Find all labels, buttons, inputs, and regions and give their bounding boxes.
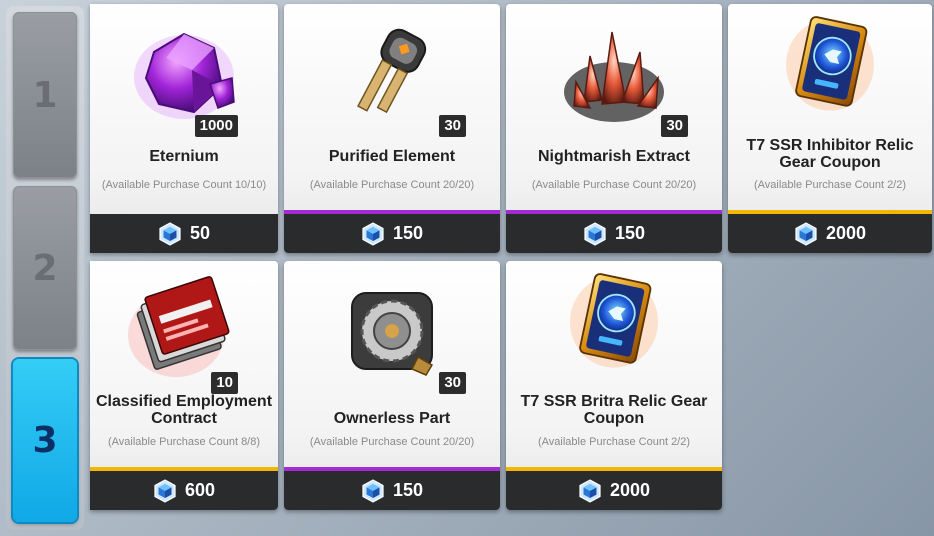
gem-icon — [794, 222, 818, 246]
shop-item-card[interactable]: 30 Ownerless Part (Available Purchase Co… — [284, 261, 500, 510]
gem-icon — [158, 222, 182, 246]
shop-item-card[interactable]: 30 Nightmarish Extract (Available Purcha… — [506, 4, 722, 253]
shop-item-card[interactable]: T7 SSR Britra Relic Gear Coupon (Availab… — [506, 261, 722, 510]
quantity-badge: 1000 — [194, 115, 238, 137]
tab-1[interactable]: 1 — [13, 12, 77, 178]
purchase-count: (Available Purchase Count 2/2) — [537, 436, 691, 448]
item-name: Purified Element — [328, 147, 456, 165]
price-value: 50 — [189, 223, 211, 243]
purchase-count: (Available Purchase Count 10/10) — [101, 179, 267, 191]
gold-coupon-card-icon — [544, 265, 684, 375]
shop-item-card[interactable]: 1000 Eternium (Available Purchase Count … — [90, 4, 278, 253]
gem-icon — [578, 479, 602, 503]
item-name: T7 SSR Inhibitor Relic Gear Coupon — [746, 137, 914, 171]
item-name: Eternium — [149, 147, 219, 165]
purple-crystal-icon — [134, 32, 235, 119]
category-tab-bar: 1 2 3 — [6, 6, 84, 530]
purchase-count: (Available Purchase Count 20/20) — [309, 436, 475, 448]
tab-3[interactable]: 3 — [13, 359, 77, 522]
tab-2[interactable]: 2 — [13, 186, 77, 350]
price-button[interactable]: 150 — [506, 214, 722, 253]
mechanical-gear-part-icon — [351, 292, 434, 376]
gem-icon — [583, 222, 607, 246]
gem-icon — [153, 479, 177, 503]
gem-icon — [361, 222, 385, 246]
price-button[interactable]: 150 — [284, 471, 500, 510]
purchase-count: (Available Purchase Count 20/20) — [531, 179, 697, 191]
item-name: T7 SSR Britra Relic Gear Coupon — [520, 393, 708, 427]
purchase-count: (Available Purchase Count 20/20) — [309, 179, 475, 191]
price-button[interactable]: 2000 — [506, 471, 722, 510]
price-value: 150 — [392, 480, 424, 500]
price-value: 150 — [392, 223, 424, 243]
quantity-badge: 30 — [661, 115, 688, 137]
price-value: 150 — [614, 223, 646, 243]
key-element-icon — [357, 28, 427, 114]
quantity-badge: 30 — [439, 115, 466, 137]
item-name: Ownerless Part — [333, 409, 451, 427]
price-button[interactable]: 150 — [284, 214, 500, 253]
red-crystal-cluster-icon — [564, 31, 664, 122]
shop-item-card[interactable]: T7 SSR Inhibitor Relic Gear Coupon (Avai… — [728, 4, 932, 253]
gem-icon — [361, 479, 385, 503]
price-button[interactable]: 2000 — [728, 214, 932, 253]
contract-documents-icon — [128, 276, 230, 377]
price-button[interactable]: 600 — [90, 471, 278, 510]
price-value: 600 — [184, 480, 216, 500]
price-value: 2000 — [825, 223, 867, 243]
price-value: 2000 — [609, 480, 651, 500]
item-name: Classified Employment Contract — [95, 393, 273, 427]
shop-item-card[interactable]: 10 Classified Employment Contract (Avail… — [90, 261, 278, 510]
shop-item-card[interactable]: 30 Purified Element (Available Purchase … — [284, 4, 500, 253]
quantity-badge: 30 — [439, 372, 466, 394]
purchase-count: (Available Purchase Count 8/8) — [107, 436, 261, 448]
purchase-count: (Available Purchase Count 2/2) — [753, 179, 907, 191]
gold-coupon-card-icon — [760, 8, 900, 118]
price-button[interactable]: 50 — [90, 214, 278, 253]
item-name: Nightmarish Extract — [537, 147, 691, 165]
